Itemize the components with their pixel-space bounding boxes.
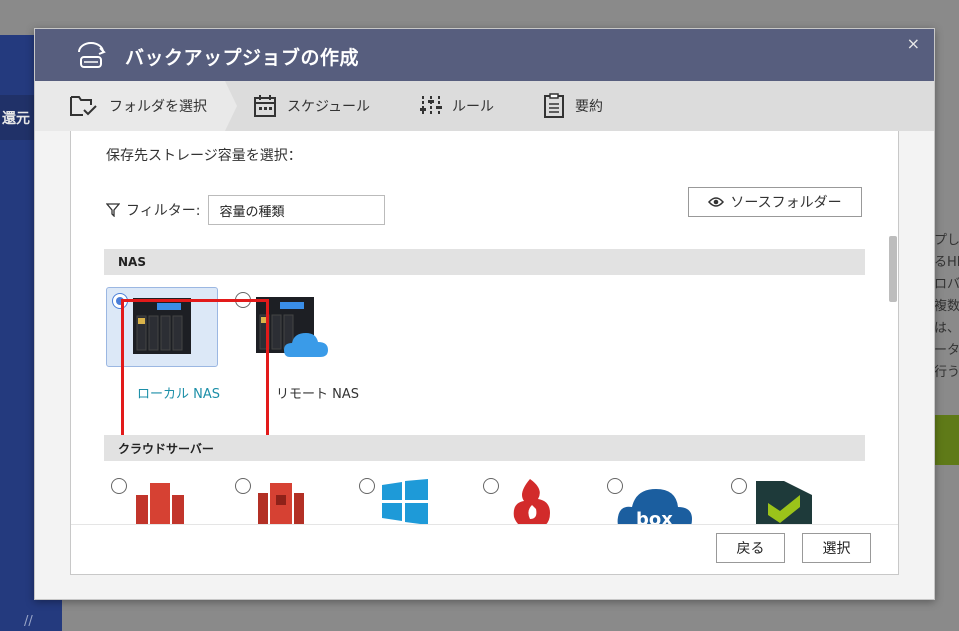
dialog-title: バックアップジョブの作成	[125, 47, 360, 69]
nas-section-header: NAS	[104, 249, 865, 275]
storage-select-panel: 保存先ストレージ容量を選択： フィルター: ソースフォルダー NAS	[70, 131, 899, 575]
cloud-radio[interactable]	[483, 478, 499, 494]
cloud-option-azure[interactable]	[354, 473, 466, 525]
step-label: フォルダを選択	[109, 99, 207, 115]
calendar-icon	[254, 95, 276, 117]
panel-heading: 保存先ストレージ容量を選択：	[106, 148, 302, 164]
source-folder-button[interactable]: ソースフォルダー	[688, 187, 862, 217]
bg-line: プし	[934, 233, 959, 248]
cloud-radio[interactable]	[359, 478, 375, 494]
step-label: スケジュール	[287, 99, 371, 115]
svg-text:box: box	[636, 509, 673, 525]
filter-input[interactable]	[208, 195, 386, 225]
bg-line: るHI	[934, 255, 959, 270]
filter-label: フィルター:	[126, 203, 201, 219]
cloud-option-backblaze[interactable]	[478, 473, 590, 525]
sliders-icon	[420, 96, 442, 116]
bg-line: 行う	[934, 365, 959, 380]
alibaba-oss-icon	[756, 481, 812, 525]
step-label: ルール	[452, 99, 494, 115]
amazon-s3-icon	[258, 483, 304, 525]
cloud-option-alibaba[interactable]	[726, 473, 838, 525]
cloud-option-box[interactable]: box	[602, 473, 714, 525]
select-button[interactable]: 選択	[802, 533, 871, 563]
cloud-radio[interactable]	[235, 478, 251, 494]
step-select-folder: フォルダを選択	[35, 81, 225, 131]
cloud-radio[interactable]	[111, 478, 127, 494]
clipboard-icon	[544, 93, 564, 118]
background-button	[934, 415, 959, 465]
filter-icon	[106, 203, 120, 217]
wizard-steps: フォルダを選択 スケジュール ルール 要約	[35, 81, 934, 131]
close-icon[interactable]: ×	[907, 34, 920, 53]
backblaze-icon	[513, 479, 550, 525]
eye-icon	[708, 197, 725, 207]
step-schedule: スケジュール	[253, 81, 370, 131]
backup-job-dialog: バックアップジョブの作成 × フォルダを選択 スケジュール ルール 要約 保存先…	[34, 28, 935, 600]
box-icon: box	[617, 489, 692, 525]
back-button[interactable]: 戻る	[716, 533, 785, 563]
source-folder-label: ソースフォルダー	[730, 195, 842, 211]
azure-windows-icon	[382, 479, 428, 525]
background-tab: 還元	[0, 95, 34, 140]
scrollbar-thumb[interactable]	[889, 236, 897, 302]
cloud-option-s3[interactable]	[230, 473, 342, 525]
bg-line: ロバ	[934, 277, 959, 292]
step-summary: 要約	[543, 81, 603, 131]
folder-check-icon	[70, 96, 97, 116]
cloud-section-header: クラウドサーバー	[104, 435, 865, 461]
background-text: プし るHI ロバ 複数 は、 ータ 行う	[934, 230, 959, 380]
bg-line: ータ	[934, 343, 959, 358]
dialog-footer: 戻る 選択	[71, 524, 898, 574]
highlight-box	[121, 299, 269, 442]
step-arrow	[225, 81, 237, 131]
filter-row: フィルター:	[106, 195, 386, 225]
dialog-titlebar: バックアップジョブの作成 ×	[35, 29, 934, 81]
collapse-icon: //	[24, 614, 33, 629]
step-label: 要約	[575, 99, 603, 115]
bg-line: 複数	[934, 299, 959, 314]
amazon-glacier-icon	[136, 483, 184, 525]
cloud-option-glacier[interactable]	[106, 473, 218, 525]
bg-line: は、	[934, 321, 959, 336]
cloud-radio[interactable]	[731, 478, 747, 494]
backup-drive-icon	[78, 42, 106, 68]
step-rules: ルール	[420, 81, 494, 131]
remote-nas-label[interactable]: リモート NAS	[276, 383, 359, 402]
